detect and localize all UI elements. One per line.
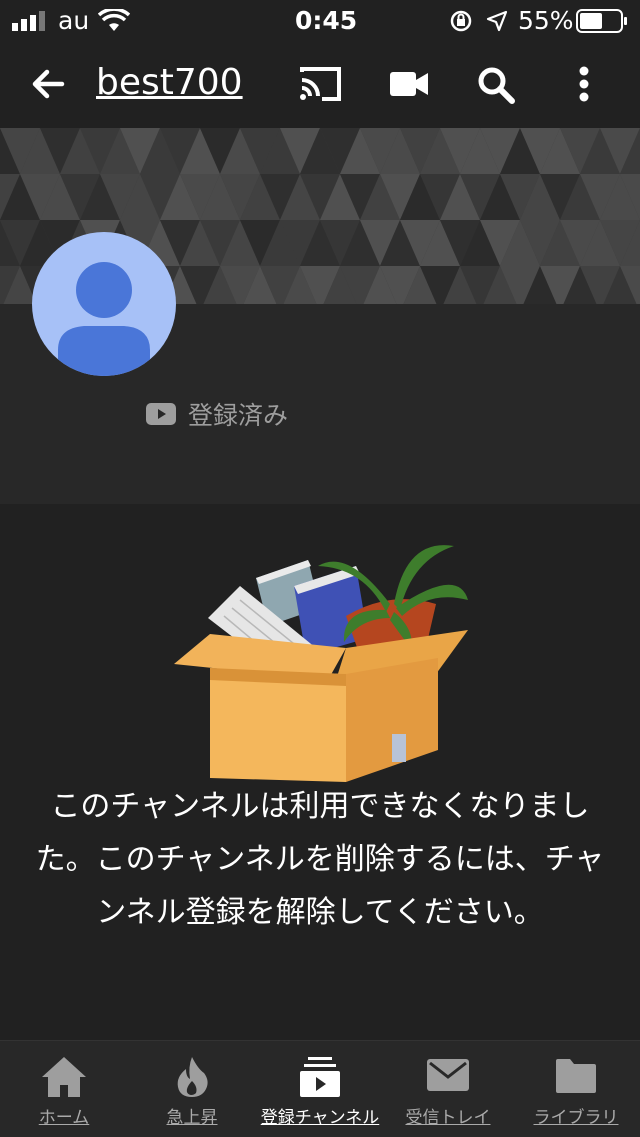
empty-state — [0, 508, 640, 1040]
search-icon[interactable] — [477, 66, 515, 104]
wifi-icon — [98, 9, 130, 31]
carrier-label: au — [58, 6, 90, 35]
youtube-play-icon — [146, 403, 176, 425]
nav-inbox[interactable]: 受信トレイ — [384, 1041, 512, 1137]
subscriptions-icon — [300, 1057, 340, 1097]
nav-label-library: ライブラリ — [533, 1108, 619, 1128]
channel-title: best700 — [96, 62, 243, 103]
app-bar: best700 — [0, 40, 640, 128]
location-icon — [486, 10, 508, 32]
cast-icon[interactable] — [298, 66, 342, 102]
channel-avatar — [32, 232, 176, 376]
nav-label-inbox: 受信トレイ — [405, 1108, 491, 1128]
rotation-lock-icon — [450, 10, 472, 32]
status-bar: au 0:45 55% — [0, 0, 640, 40]
nav-label-home: ホーム — [38, 1108, 90, 1128]
subscribe-status-label: 登録済み — [188, 401, 289, 430]
status-time: 0:45 — [295, 6, 358, 35]
flame-icon — [177, 1057, 208, 1097]
mail-icon — [427, 1059, 469, 1091]
signal-icon — [12, 11, 45, 31]
nav-subscriptions[interactable]: 登録チャンネル — [256, 1041, 384, 1137]
person-icon — [58, 262, 150, 376]
bottom-navigation: ホーム 急上昇 登録チャンネル 受信トレイ ライブラリ — [0, 1040, 640, 1137]
nav-library[interactable]: ライブラリ — [512, 1041, 640, 1137]
more-vert-icon[interactable] — [576, 66, 592, 102]
box-illustration — [174, 545, 468, 782]
battery-icon — [576, 9, 627, 33]
unavailable-message: このチャンネルは利用できなくなりました。このチャンネルを削除するには、チャンネル… — [35, 789, 605, 930]
folder-icon — [556, 1059, 596, 1093]
subscribe-status: 登録済み — [146, 396, 288, 432]
nav-label-subscriptions: 登録チャンネル — [260, 1108, 380, 1128]
home-icon — [42, 1057, 86, 1097]
nav-home[interactable]: ホーム — [0, 1041, 128, 1137]
video-camera-icon[interactable] — [389, 70, 429, 98]
battery-percent: 55% — [518, 6, 574, 35]
nav-trending[interactable]: 急上昇 — [128, 1041, 256, 1137]
back-arrow-icon[interactable] — [30, 66, 66, 102]
nav-label-trending: 急上昇 — [166, 1108, 218, 1128]
